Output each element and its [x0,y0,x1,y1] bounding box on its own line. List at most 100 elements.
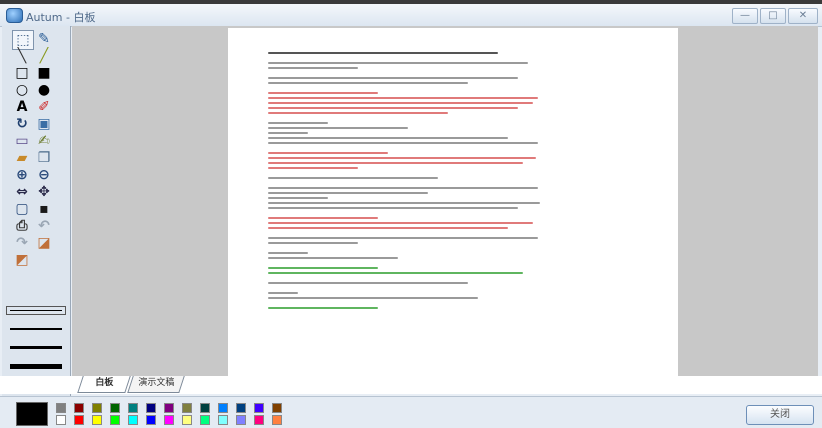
color-swatch[interactable] [218,403,228,413]
color-swatch[interactable] [272,415,282,425]
tab-presentation[interactable]: 演示文稿 [127,376,185,393]
color-swatch[interactable] [200,415,210,425]
maximize-button[interactable]: □ [760,8,786,24]
document-text-line [268,297,478,299]
line-width-option[interactable] [10,364,62,369]
copy-image-icon[interactable]: ❐ [34,149,54,167]
edit-image-icon[interactable]: ✍ [34,132,54,150]
color-swatch[interactable] [218,415,228,425]
document-text-line [268,67,358,69]
color-swatch[interactable] [110,403,120,413]
document-text-line [268,267,378,269]
window-capture-icon[interactable]: ▣ [34,115,54,133]
print-icon[interactable]: ⎙ [12,217,32,235]
document-text-line [268,142,538,144]
color-swatch[interactable] [128,403,138,413]
color-swatch[interactable] [272,403,282,413]
color-swatch[interactable] [128,415,138,425]
text-tool-icon[interactable]: A [12,98,32,116]
color-swatch[interactable] [74,415,84,425]
document-text-line [268,262,548,265]
app-logo-icon [6,8,23,23]
fullscreen-icon[interactable]: ▢ [12,200,32,218]
fit-width-icon[interactable]: ⇔ [12,183,32,201]
document-text-line [268,52,498,54]
minimize-button[interactable]: — [732,8,758,24]
document-text-line [268,182,548,185]
rectangle-outline-icon[interactable]: □ [12,64,32,82]
primary-color-swatch[interactable] [16,402,48,426]
color-swatch[interactable] [182,403,192,413]
document-text-line [268,82,468,84]
document-text-line [268,122,328,124]
undo-icon[interactable]: ↶ [34,217,54,235]
document-text-line [268,237,538,239]
line-width-option[interactable] [6,306,66,315]
document-text-line [268,192,428,194]
document-text-line [268,152,388,154]
color-swatch[interactable] [92,403,102,413]
color-swatch[interactable] [56,415,66,425]
color-swatch[interactable] [164,403,174,413]
document-text-line [268,277,548,280]
color-swatch[interactable] [254,415,264,425]
rectangle-filled-icon[interactable]: ■ [34,64,54,82]
document-text-line [268,137,508,139]
document-text-line [268,307,378,309]
cut-icon[interactable]: ◩ [12,251,32,269]
open-folder-icon[interactable]: ▰ [12,149,32,167]
color-swatch[interactable] [146,403,156,413]
zoom-out-icon[interactable]: ⊖ [34,166,54,184]
color-swatch[interactable] [182,415,192,425]
color-swatch[interactable] [92,415,102,425]
document-text-line [268,157,536,159]
title-bar: Autum - 白板 — □ ✕ [0,4,822,27]
document-page[interactable] [228,28,678,376]
ellipse-outline-icon[interactable]: ○ [12,81,32,99]
zoom-in-icon[interactable]: ⊕ [12,166,32,184]
tab-whiteboard[interactable]: 白板 [77,376,131,393]
close-button[interactable]: 关闭 [746,405,814,425]
document-text-line [268,272,523,274]
color-swatch[interactable] [236,415,246,425]
color-swatch[interactable] [110,415,120,425]
color-swatch[interactable] [74,403,84,413]
document-text-line [268,242,358,244]
document-text-line [268,232,548,235]
document-text-line [268,72,548,75]
document-text-line [268,97,538,99]
document-text-line [268,217,378,219]
document-text-line [268,302,548,305]
move-icon[interactable]: ✥ [34,183,54,201]
document-text-line [268,132,308,134]
document-text-line [268,212,548,215]
paste-icon[interactable]: ◪ [34,234,54,252]
document-text-line [268,102,533,104]
document-text-line [268,77,518,79]
color-palette [0,396,822,428]
line-width-option[interactable] [10,346,62,349]
eraser-tool-icon[interactable]: ✐ [34,98,54,116]
save-icon[interactable]: ▪ [34,200,54,218]
line-width-option[interactable] [10,328,62,330]
ellipse-filled-icon[interactable]: ● [34,81,54,99]
color-swatch[interactable] [146,415,156,425]
rotate-icon[interactable]: ↻ [12,115,32,133]
color-swatch[interactable] [236,403,246,413]
highlighter-tool-icon[interactable]: ╱ [34,47,54,65]
document-text-line [268,112,448,114]
color-swatch[interactable] [254,403,264,413]
screen-capture-icon[interactable]: ▭ [12,132,32,150]
pencil-tool-icon[interactable]: ✎ [34,30,54,48]
document-text-line [268,117,548,120]
document-text-line [268,287,548,290]
document-text-line [268,62,528,64]
color-swatch[interactable] [164,415,174,425]
tab-presentation-label: 演示文稿 [138,378,175,388]
close-window-button[interactable]: ✕ [788,8,818,24]
color-swatch[interactable] [200,403,210,413]
line-tool-icon[interactable]: ╲ [12,47,32,65]
redo-icon[interactable]: ↷ [12,234,32,252]
color-swatch[interactable] [56,403,66,413]
document-text-line [268,257,398,259]
